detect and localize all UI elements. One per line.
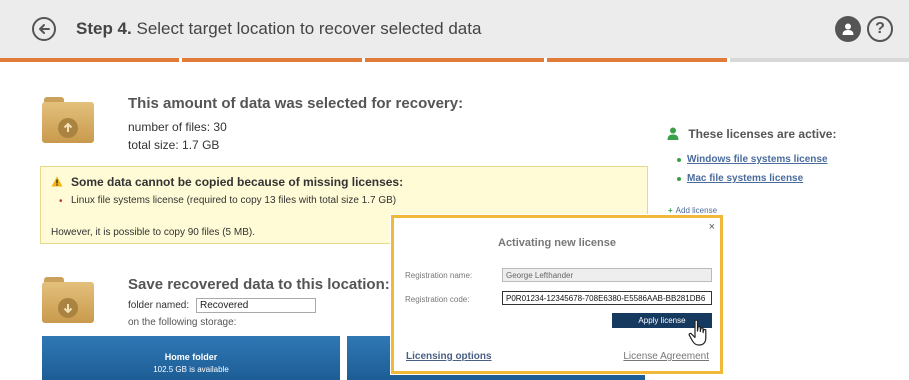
folder-down-icon	[42, 277, 94, 323]
registration-code-field[interactable]	[502, 291, 712, 305]
user-icon	[842, 23, 854, 35]
save-location-heading: Save recovered data to this location:	[128, 276, 390, 293]
size-value: 1.7 GB	[182, 138, 220, 152]
page-title: Step 4. Select target location to recove…	[76, 19, 481, 39]
help-button[interactable]: ?	[867, 16, 893, 42]
warning-icon	[51, 176, 63, 187]
active-licenses-label: These licenses are active:	[688, 127, 837, 141]
storage-tile-name: Home folder	[164, 352, 218, 362]
step-title: Select target location to recover select…	[136, 19, 482, 38]
active-licenses-heading: These licenses are active:	[667, 127, 836, 141]
progress-segment	[0, 58, 180, 62]
help-icon: ?	[875, 20, 885, 37]
dialog-title: Activating new license	[498, 237, 616, 249]
files-label: number of files:	[128, 120, 211, 134]
total-size: total size: 1.7 GB	[128, 138, 219, 152]
plus-icon: +	[668, 206, 673, 215]
storage-tile-home[interactable]: Home folder 102.5 GB is available	[42, 336, 340, 380]
step-progress	[0, 58, 909, 62]
warning-bullet: •	[59, 196, 63, 207]
warning-item: Linux file systems license (required to …	[71, 195, 397, 206]
registration-code-label: Registration code:	[405, 295, 470, 304]
registration-name-field[interactable]	[502, 268, 712, 282]
license-agreement-link[interactable]: License Agreement	[623, 351, 709, 362]
hand-cursor-icon	[688, 319, 707, 346]
warning-footer: However, it is possible to copy 90 files…	[51, 227, 255, 238]
add-license-label: Add license	[675, 206, 718, 215]
progress-segment	[364, 58, 545, 62]
storage-tile-size: 102.5 GB is available	[153, 365, 229, 374]
selected-data-heading: This amount of data was selected for rec…	[128, 95, 464, 112]
licensing-options-link[interactable]: Licensing options	[406, 351, 492, 362]
files-count: number of files: 30	[128, 120, 227, 134]
header-bar: Step 4. Select target location to recove…	[0, 0, 909, 58]
folder-up-icon	[42, 97, 94, 143]
activate-license-dialog: × Activating new license Registration na…	[391, 215, 723, 374]
license-bullet	[677, 177, 681, 181]
size-label: total size:	[128, 138, 179, 152]
user-license-icon	[667, 127, 679, 140]
back-arrow-icon	[39, 24, 50, 34]
progress-segment	[729, 58, 909, 62]
recovery-wizard: Step 4. Select target location to recove…	[0, 0, 909, 380]
back-button[interactable]	[32, 17, 56, 41]
folder-name-input[interactable]	[196, 298, 316, 313]
files-value: 30	[213, 120, 227, 134]
storage-label: on the following storage:	[128, 317, 237, 328]
license-bullet	[677, 158, 681, 162]
add-license-link[interactable]: + Add license	[668, 206, 717, 215]
progress-segment	[182, 58, 362, 62]
registration-name-label: Registration name:	[405, 271, 473, 280]
warning-title: Some data cannot be copied because of mi…	[71, 175, 404, 189]
progress-segment	[547, 58, 727, 62]
folder-name-label: folder named:	[128, 300, 190, 311]
close-icon[interactable]: ×	[709, 221, 715, 233]
windows-license-link[interactable]: Windows file systems license	[687, 154, 828, 165]
mac-license-link[interactable]: Mac file systems license	[687, 173, 803, 184]
user-button[interactable]	[835, 16, 861, 42]
step-label: Step 4.	[76, 19, 132, 38]
